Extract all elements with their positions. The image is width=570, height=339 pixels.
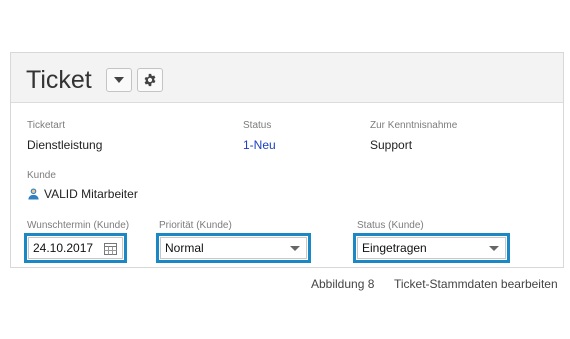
kunde-value[interactable]: VALID Mitarbeiter	[44, 187, 138, 201]
chevron-down-icon	[489, 246, 499, 251]
chevron-down-icon	[114, 77, 124, 83]
kunde-label: Kunde	[27, 170, 56, 181]
status-kunde-label: Status (Kunde)	[357, 220, 424, 231]
settings-button[interactable]	[137, 68, 163, 92]
user-icon	[28, 188, 39, 200]
wunschtermin-date-input[interactable]: 24.10.2017	[28, 237, 123, 259]
status-kunde-select[interactable]: Eingetragen	[357, 237, 506, 259]
status-label: Status	[243, 120, 272, 131]
ticket-panel: Ticket Ticketart Dienstleistung Status 1…	[10, 52, 564, 268]
chevron-down-icon	[290, 246, 300, 251]
gear-icon	[144, 73, 156, 87]
actions-dropdown-button[interactable]	[106, 68, 132, 92]
calendar-icon[interactable]	[104, 243, 117, 255]
prioritaet-value: Normal	[165, 241, 204, 255]
figure-number: Abbildung 8	[311, 277, 375, 291]
status-kunde-value: Eingetragen	[362, 241, 427, 255]
ticketart-value: Dienstleistung	[27, 138, 103, 152]
prioritaet-select[interactable]: Normal	[160, 237, 307, 259]
panel-header: Ticket	[11, 53, 563, 103]
wunschtermin-label: Wunschtermin (Kunde)	[27, 220, 130, 231]
ticketart-label: Ticketart	[27, 120, 65, 131]
figure-caption: Ticket-Stammdaten bearbeiten	[394, 277, 558, 291]
page-title: Ticket	[26, 66, 92, 94]
kenntnis-label: Zur Kenntnisnahme	[370, 120, 458, 131]
status-link[interactable]: 1-Neu	[243, 138, 276, 152]
kenntnis-value: Support	[370, 138, 413, 152]
wunschtermin-value: 24.10.2017	[33, 241, 94, 255]
prioritaet-label: Priorität (Kunde)	[159, 220, 232, 231]
